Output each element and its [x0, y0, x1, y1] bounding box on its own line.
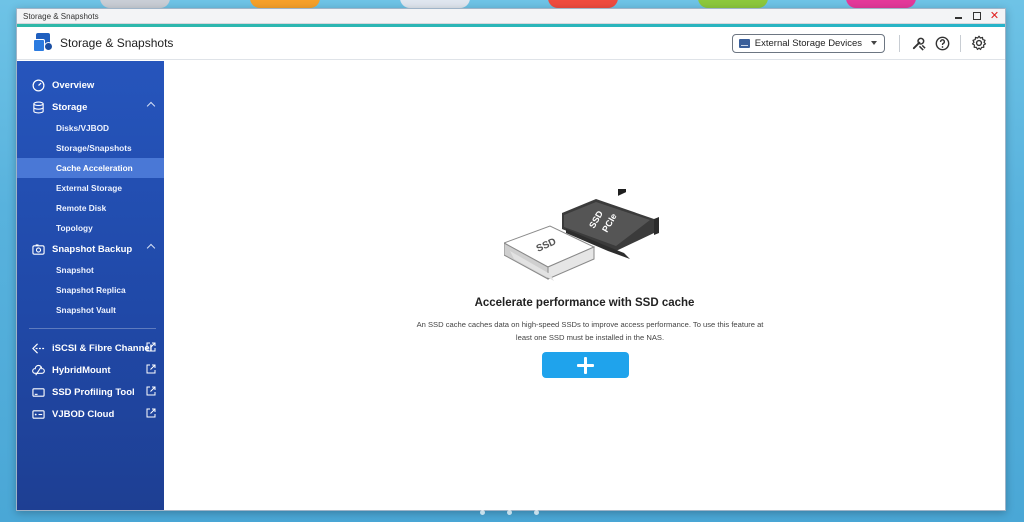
desktop-app-icon[interactable] — [846, 0, 916, 8]
sidebar-item-ssd-profiling-tool[interactable]: SSD Profiling Tool — [17, 381, 164, 403]
empty-state-title: Accelerate performance with SSD cache — [474, 297, 695, 309]
minimize-button[interactable] — [954, 12, 963, 21]
tools-icon[interactable] — [909, 34, 927, 52]
external-link-icon — [146, 408, 156, 421]
header-divider — [899, 34, 900, 52]
sidebar-item-remote-disk[interactable]: Remote Disk — [17, 198, 164, 218]
sidebar-item-storage-snapshots[interactable]: Storage/Snapshots — [17, 138, 164, 158]
page-dot[interactable] — [534, 510, 539, 515]
sidebar-item-topology[interactable]: Topology — [17, 218, 164, 238]
vjbod-cloud-icon — [31, 407, 45, 421]
sidebar-item-label: SSD Profiling Tool — [52, 386, 135, 398]
ssd-cache-illustration: SSD PCIe SSD — [504, 189, 659, 281]
app-title: Storage & Snapshots — [60, 36, 174, 50]
desktop-page-indicator — [480, 510, 539, 515]
main-content: SSD PCIe SSD Accelerate performance with… — [164, 61, 1005, 510]
window-titlebar[interactable]: Storage & Snapshots ✕ — [17, 9, 1005, 24]
desktop-app-icon[interactable] — [100, 0, 170, 8]
empty-state-description: An SSD cache caches data on high-speed S… — [416, 320, 764, 342]
sidebar: Overview Storage Disks/VJBOD Storage/Sna… — [17, 61, 164, 510]
chevron-down-icon — [871, 41, 877, 45]
sidebar-item-snapshot[interactable]: Snapshot — [17, 260, 164, 280]
sidebar-item-hybridmount[interactable]: HybridMount — [17, 359, 164, 381]
sidebar-item-disks-vjbod[interactable]: Disks/VJBOD — [17, 118, 164, 138]
page-dot[interactable] — [507, 510, 512, 515]
sidebar-item-snapshot-vault[interactable]: Snapshot Vault — [17, 300, 164, 320]
external-storage-devices-dropdown[interactable]: External Storage Devices — [731, 33, 885, 53]
sidebar-item-label: iSCSI & Fibre Channel — [52, 342, 153, 354]
sidebar-item-vjbod-cloud[interactable]: VJBOD Cloud — [17, 403, 164, 425]
sidebar-item-label: Storage — [52, 101, 88, 113]
sidebar-item-snapshot-backup[interactable]: Snapshot Backup — [17, 238, 164, 260]
cloud-mount-icon — [31, 363, 45, 377]
external-storage-devices-label: External Storage Devices — [754, 37, 862, 49]
page-dot[interactable] — [480, 510, 485, 515]
settings-icon[interactable] — [970, 34, 988, 52]
create-ssd-cache-button[interactable] — [542, 352, 629, 378]
dashboard-icon — [31, 78, 45, 92]
iscsi-icon — [31, 341, 45, 355]
ssd-icon — [31, 385, 45, 399]
app-window: Storage & Snapshots ✕ Storage & Snapshot… — [16, 8, 1006, 511]
chevron-up-icon[interactable] — [146, 243, 156, 253]
sidebar-item-storage[interactable]: Storage — [17, 96, 164, 118]
desktop-app-icon[interactable] — [548, 0, 618, 8]
sidebar-divider — [29, 328, 156, 329]
snapshot-icon — [31, 242, 45, 256]
desktop-app-icon[interactable] — [698, 0, 768, 8]
help-icon[interactable] — [933, 34, 951, 52]
sidebar-item-label: HybridMount — [52, 364, 111, 376]
sidebar-item-overview[interactable]: Overview — [17, 74, 164, 96]
sidebar-item-label: Snapshot Backup — [52, 243, 133, 255]
sidebar-item-external-storage[interactable]: External Storage — [17, 178, 164, 198]
sidebar-item-label: Overview — [52, 79, 95, 91]
chevron-up-icon[interactable] — [146, 101, 156, 111]
database-icon — [31, 100, 45, 114]
sidebar-item-iscsi-fibre-channel[interactable]: iSCSI & Fibre Channel — [17, 337, 164, 359]
sidebar-item-snapshot-replica[interactable]: Snapshot Replica — [17, 280, 164, 300]
desktop-app-icon[interactable] — [250, 0, 320, 8]
sidebar-item-label: VJBOD Cloud — [52, 408, 115, 420]
external-link-icon — [146, 364, 156, 377]
storage-snapshots-logo-icon — [33, 33, 53, 53]
sidebar-item-cache-acceleration[interactable]: Cache Acceleration — [17, 158, 164, 178]
window-title: Storage & Snapshots — [23, 11, 99, 21]
plus-icon — [577, 356, 594, 374]
external-link-icon — [146, 386, 156, 399]
header-divider — [960, 34, 961, 52]
desktop-app-icon[interactable] — [400, 0, 470, 8]
maximize-button[interactable] — [972, 12, 981, 21]
external-link-icon — [146, 342, 156, 355]
close-button[interactable]: ✕ — [990, 10, 999, 21]
app-header: Storage & Snapshots External Storage Dev… — [17, 27, 1005, 60]
drive-icon — [738, 38, 750, 48]
